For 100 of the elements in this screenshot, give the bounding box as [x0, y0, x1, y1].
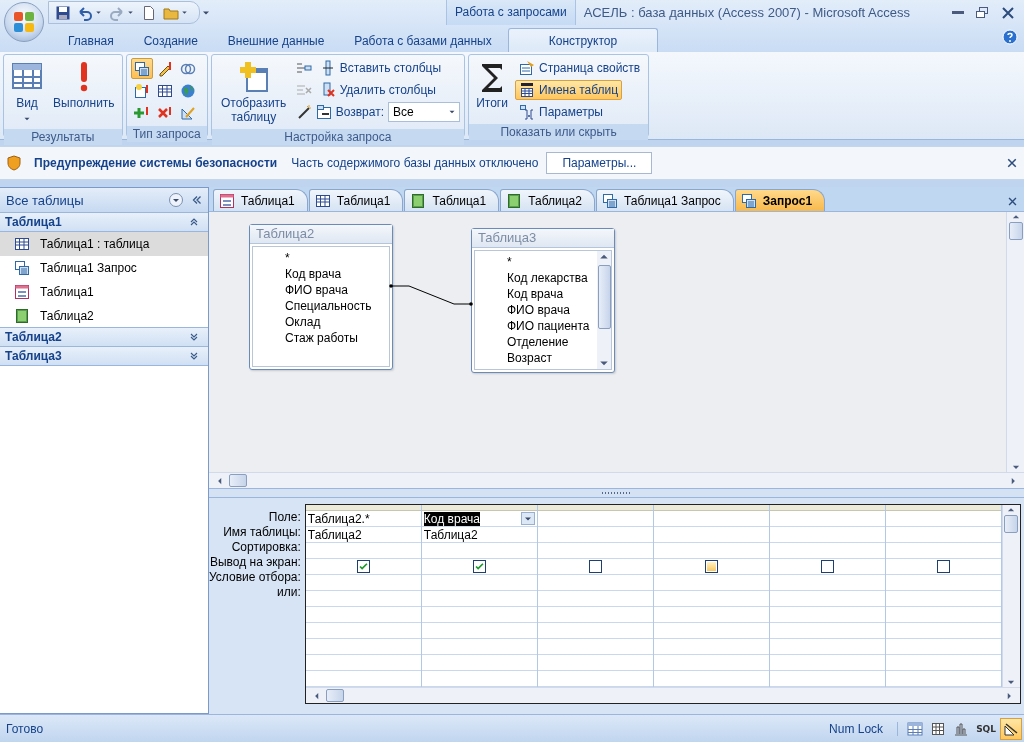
field-name[interactable]: Возраст: [507, 350, 597, 367]
table-field-list[interactable]: Таблица2 * Код врача ФИО врача Специальность Оклад Стаж работы: [249, 224, 393, 371]
new-button[interactable]: [141, 4, 157, 21]
redo-button[interactable]: [109, 4, 135, 21]
vertical-scrollbar[interactable]: [597, 251, 611, 370]
dropdown-button[interactable]: [520, 512, 535, 525]
ribbon-tab[interactable]: Внешние данные: [213, 28, 339, 52]
document-tab[interactable]: Таблица1: [308, 189, 404, 212]
document-tab[interactable]: Таблица2: [500, 189, 595, 212]
column-selector[interactable]: [305, 505, 421, 511]
form-icon: [219, 192, 235, 209]
scrollbar-thumb[interactable]: [1008, 222, 1023, 241]
office-button[interactable]: [4, 2, 44, 42]
restore-button[interactable]: [974, 4, 990, 21]
field-name[interactable]: Код врача: [285, 266, 389, 283]
scrollbar-thumb[interactable]: [1004, 515, 1019, 533]
restore-icon: [974, 4, 990, 21]
navigation-item[interactable]: Таблица1 Запрос: [0, 256, 208, 280]
table-icon: [156, 82, 173, 99]
pane-splitter[interactable]: [209, 488, 1024, 498]
horizontal-scrollbar[interactable]: [305, 687, 1020, 703]
field-cell[interactable]: Таблица2.*: [305, 511, 421, 527]
show-checkbox[interactable]: [472, 560, 486, 573]
group-title: Показать или скрыть: [469, 124, 649, 140]
field-name[interactable]: *: [285, 250, 389, 267]
query-icon: [601, 192, 618, 209]
ribbon-button[interactable]: Вид: [8, 58, 46, 126]
navigation-title: Все таблицы: [6, 192, 85, 208]
show-checkbox[interactable]: [820, 560, 834, 573]
table-names-icon: [519, 81, 535, 98]
field-name[interactable]: Код лекарства: [507, 270, 597, 287]
document-tab[interactable]: Запрос1: [734, 189, 826, 212]
navigation-item[interactable]: Таблица1: [0, 280, 208, 304]
sheet-plus-icon: [237, 60, 270, 92]
scrollbar-thumb[interactable]: [325, 689, 344, 702]
ribbon-button[interactable]: Выполнить: [50, 58, 118, 126]
ribbon-button[interactable]: Страница свойств: [515, 57, 645, 78]
ribbon-button[interactable]: Отобразить таблицу: [215, 58, 292, 126]
ribbon-tab[interactable]: Создание: [129, 28, 212, 52]
close-button[interactable]: [1007, 196, 1018, 208]
field-name[interactable]: *: [507, 254, 597, 271]
undo-button[interactable]: [77, 4, 103, 21]
ribbon-button[interactable]: Параметры: [515, 101, 607, 122]
table-cell[interactable]: Таблица2: [421, 527, 537, 543]
navigation-group-header[interactable]: Таблица2: [0, 327, 208, 347]
navigation-group-header[interactable]: Таблица3: [0, 346, 208, 366]
collapse-pane-button[interactable]: [190, 193, 204, 207]
horizontal-scrollbar[interactable]: [209, 472, 1024, 489]
report-icon: [506, 192, 523, 209]
field-name[interactable]: Оклад: [285, 314, 389, 331]
show-checkbox[interactable]: [936, 560, 950, 573]
view-button[interactable]: SQL: [973, 717, 999, 740]
scrollbar-thumb[interactable]: [597, 265, 611, 330]
parameters-icon: [519, 103, 535, 120]
table-cell[interactable]: Таблица2: [305, 527, 421, 543]
close-button[interactable]: [1000, 4, 1016, 21]
row-label: Вывод на экран:: [209, 555, 301, 570]
field-name[interactable]: Специальность: [285, 298, 389, 315]
query-type-button[interactable]: [130, 58, 153, 79]
navigation-item[interactable]: Таблица1 : таблица: [0, 232, 208, 256]
document-tab[interactable]: Таблица1 Запрос: [595, 189, 734, 212]
ribbon-tab[interactable]: Работа с базами данных: [340, 28, 506, 52]
close-button[interactable]: [1006, 157, 1018, 169]
vertical-scrollbar[interactable]: [1006, 212, 1024, 473]
show-checkbox[interactable]: [588, 560, 602, 573]
field-name[interactable]: ФИО врача: [507, 302, 597, 319]
field-name[interactable]: ФИО пациента: [507, 318, 597, 335]
ribbon-tab[interactable]: Конструктор: [507, 28, 659, 52]
ribbon-button[interactable]: Итоги: [473, 58, 511, 121]
column-selector[interactable]: [653, 505, 769, 511]
field-cell[interactable]: Код врача: [421, 511, 537, 527]
table-icon: [314, 192, 331, 209]
ribbon-tab[interactable]: Главная: [54, 28, 128, 52]
table-field-list[interactable]: Таблица3 * Код лекарства Код врача ФИО врача ФИО пациента Отделение Возраст: [471, 228, 615, 374]
return-dropdown[interactable]: Все: [388, 101, 460, 122]
options-button[interactable]: Параметры...: [546, 152, 653, 174]
save-button[interactable]: [55, 4, 71, 21]
save-icon: [55, 4, 71, 21]
document-tab[interactable]: Таблица1: [404, 189, 500, 212]
ribbon-button[interactable]: Удалить столбцы: [315, 79, 440, 100]
navigation-menu-button[interactable]: [168, 192, 184, 208]
column-selector[interactable]: [769, 505, 885, 511]
field-name[interactable]: Отделение: [507, 334, 597, 351]
view-button[interactable]: [1000, 717, 1022, 740]
document-tab[interactable]: Таблица1: [213, 189, 308, 212]
help-button[interactable]: [1002, 29, 1018, 45]
scrollbar-thumb[interactable]: [229, 474, 247, 488]
show-checkbox[interactable]: [704, 560, 718, 573]
field-name[interactable]: Код врача: [507, 286, 597, 303]
field-name[interactable]: ФИО врача: [285, 282, 389, 299]
double-chevron-left-icon: [190, 193, 204, 207]
field-name[interactable]: Стаж работы: [285, 330, 389, 347]
ribbon-button[interactable]: Вставить столбцы: [315, 57, 445, 78]
globe-icon: [179, 82, 196, 99]
navigation-group-header[interactable]: Таблица1: [0, 212, 208, 232]
ribbon-button[interactable]: Имена таблиц: [515, 79, 623, 100]
show-checkbox[interactable]: [356, 560, 370, 573]
checkmark-icon: [357, 561, 369, 572]
double-chevron-down-icon: [188, 331, 200, 343]
column-selector[interactable]: [885, 505, 1001, 511]
